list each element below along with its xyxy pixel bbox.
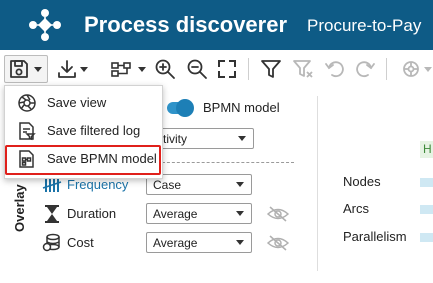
- menu-item-save-view[interactable]: Save view: [5, 89, 164, 117]
- zoom-in-icon[interactable]: [154, 58, 176, 80]
- layout-icon[interactable]: [110, 58, 132, 80]
- zoom-out-icon[interactable]: [186, 58, 208, 80]
- duration-select[interactable]: Average: [146, 203, 252, 224]
- hourglass-icon: [42, 204, 62, 224]
- cost-eye-off-icon[interactable]: [267, 235, 289, 251]
- stat-bar-arcs: [420, 205, 433, 214]
- filtered-log-icon: [17, 121, 37, 141]
- stat-label-arcs: Arcs: [343, 201, 369, 216]
- menu-item-label: Save view: [47, 95, 107, 110]
- frequency-select-value: Case: [153, 178, 182, 192]
- stat-label-parallelism: Parallelism: [343, 229, 407, 244]
- bpmn-model-label: BPMN model: [203, 100, 280, 115]
- app-title: Process discoverer: [84, 12, 288, 37]
- app-logo-icon: [28, 8, 62, 42]
- coins-icon: [42, 233, 62, 253]
- overlay-section-label: Overlay: [12, 184, 27, 232]
- cost-select-value: Average: [153, 236, 198, 250]
- fullscreen-icon[interactable]: [216, 58, 238, 80]
- duration-label[interactable]: Duration: [67, 205, 116, 223]
- cost-label[interactable]: Cost: [67, 234, 94, 252]
- filter-icon[interactable]: [260, 58, 282, 80]
- settings-caret-icon[interactable]: [424, 67, 432, 72]
- duration-select-value: Average: [153, 207, 198, 221]
- gear-icon[interactable]: [400, 58, 422, 80]
- save-icon[interactable]: [8, 58, 30, 80]
- redo-icon[interactable]: [354, 58, 376, 80]
- toggle-knob: [176, 99, 194, 117]
- activity-select[interactable]: ctivity: [150, 128, 254, 149]
- project-name: Procure-to-Pay: [307, 16, 422, 35]
- chevron-down-icon: [238, 136, 246, 141]
- highlight-outline: [5, 145, 161, 175]
- menu-item-save-filtered-log[interactable]: Save filtered log: [5, 117, 164, 145]
- undo-icon[interactable]: [324, 58, 346, 80]
- menu-item-label: Save filtered log: [47, 123, 141, 138]
- app-header: Process discoverer Procure-to-Pay: [0, 0, 433, 50]
- process-discoverer-app: Process discoverer Procure-to-Pay BPMN m…: [0, 0, 433, 283]
- download-icon[interactable]: [56, 58, 78, 80]
- aperture-icon: [17, 93, 37, 113]
- chevron-down-icon: [236, 240, 244, 245]
- bpmn-model-toggle[interactable]: [167, 99, 194, 117]
- stat-bar-nodes: [420, 178, 433, 187]
- stat-bar-parallelism: [420, 233, 433, 242]
- chevron-down-icon: [236, 182, 244, 187]
- download-caret-icon[interactable]: [80, 67, 88, 72]
- duration-eye-off-icon[interactable]: [267, 206, 289, 222]
- toolbar-divider: [248, 58, 249, 80]
- stat-label-nodes: Nodes: [343, 174, 381, 189]
- save-menu-caret-icon[interactable]: [34, 67, 42, 72]
- panel-divider: [317, 96, 318, 271]
- toolbar-divider-2: [386, 58, 387, 80]
- filter-clear-icon[interactable]: [292, 58, 314, 80]
- chevron-down-icon: [236, 211, 244, 216]
- layout-caret-icon[interactable]: [138, 67, 146, 72]
- cost-select[interactable]: Average: [146, 232, 252, 253]
- stats-badge: H: [420, 141, 433, 158]
